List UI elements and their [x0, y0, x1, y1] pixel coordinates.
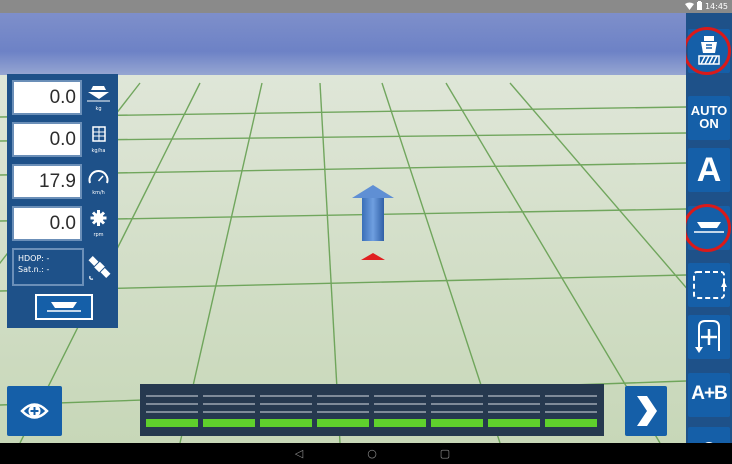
readout-value: 0.0 [12, 122, 82, 157]
guidance-a-label: A [696, 151, 722, 189]
system-nav-bar: ◁ ○ ▢ [0, 443, 732, 464]
section-5[interactable] [374, 395, 426, 427]
recents-button[interactable]: ▢ [437, 447, 453, 460]
sky [0, 13, 686, 83]
speedometer-icon: km/h [84, 164, 113, 199]
chevron-right-icon [637, 396, 657, 426]
readout-value: 17.9 [12, 164, 82, 199]
readout-unit: kg/ha [91, 148, 106, 154]
gps-text: HDOP: - Sat.n.: - [12, 248, 84, 286]
right-toolbar: AUTO ON A A+B [686, 13, 732, 443]
readout-unit: km/h [92, 190, 105, 196]
readout-rate[interactable]: 0.0 kg/ha [12, 122, 113, 157]
section-7[interactable] [488, 395, 540, 427]
satellite-count-label: Sat.n.: - [18, 265, 50, 274]
readout-rpm[interactable]: 0.0 rpm [12, 206, 113, 241]
search-icon [705, 442, 713, 443]
spreader-boom-icon [47, 302, 81, 312]
section-6[interactable] [431, 395, 483, 427]
section-4[interactable] [317, 395, 369, 427]
sections [146, 395, 597, 427]
readout-speed[interactable]: 17.9 km/h [12, 164, 113, 199]
area-grid-icon: kg/ha [84, 122, 113, 157]
back-button[interactable]: ◁ [291, 447, 307, 460]
readout-value: 0.0 [12, 206, 82, 241]
home-button[interactable]: ○ [364, 447, 380, 460]
wifi-icon [684, 2, 694, 12]
readout-value: 0.0 [12, 80, 82, 115]
headland-turn-icon [695, 320, 720, 353]
section-3[interactable] [260, 395, 312, 427]
status-time: 14:45 [704, 2, 728, 11]
more-button[interactable] [688, 427, 730, 443]
auto-state-label: ON [699, 116, 719, 131]
battery-icon [696, 1, 702, 12]
headland-button[interactable] [688, 315, 730, 359]
ab-line-button[interactable]: A+B [688, 373, 730, 417]
readout-applied-amount[interactable]: 0.0 kg [12, 80, 113, 115]
data-panel: 0.0 kg 0.0 kg/ha 17.9 km/h 0.0 rpm HDOP:… [7, 74, 118, 328]
next-button[interactable] [625, 386, 667, 436]
gps-status[interactable]: HDOP: - Sat.n.: - [12, 248, 113, 286]
satellite-icon [86, 252, 113, 282]
readout-unit: rpm [93, 232, 104, 238]
guidance-a-button[interactable]: A [688, 148, 730, 192]
gear-icon: rpm [84, 206, 113, 241]
spreader-boom-button[interactable] [35, 294, 93, 320]
hdop-label: HDOP: - [18, 254, 50, 263]
status-bar: 14:45 [0, 0, 732, 13]
readout-unit: kg [95, 106, 102, 112]
section-1[interactable] [146, 395, 198, 427]
ab-line-label: A+B [691, 383, 728, 404]
section-2[interactable] [203, 395, 255, 427]
auto-mode-button[interactable]: AUTO ON [688, 96, 730, 140]
spreader-hopper-icon: kg [84, 80, 113, 115]
boundary-button[interactable] [688, 263, 730, 307]
boundary-dashed-icon [693, 271, 727, 299]
section-8[interactable] [545, 395, 597, 427]
boom-sections-panel[interactable] [140, 384, 604, 436]
eye-icon [20, 403, 49, 419]
view-toggle-button[interactable] [7, 386, 62, 436]
